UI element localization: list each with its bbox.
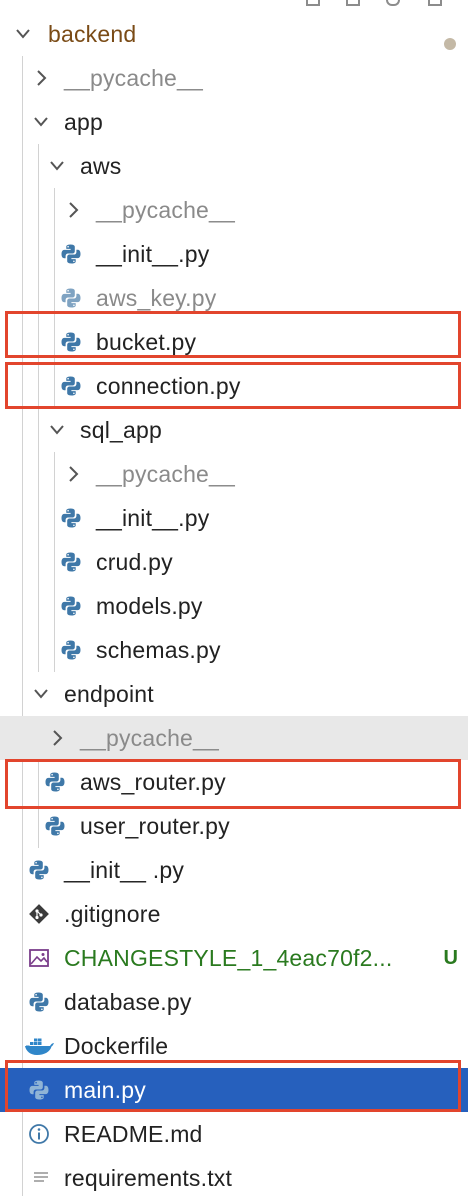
tree-file-models[interactable]: models.py xyxy=(0,584,468,628)
chevron-down-icon[interactable] xyxy=(48,155,66,177)
tree-file-requirements[interactable]: requirements.txt xyxy=(0,1156,468,1200)
file-label: CHANGESTYLE_1_4eac70f2... xyxy=(64,945,393,971)
folder-label: endpoint xyxy=(64,681,154,707)
folder-label: aws xyxy=(80,153,122,179)
file-label: .gitignore xyxy=(64,901,161,927)
tree-file-init[interactable]: __init__.py xyxy=(0,232,468,276)
tree-file-schemas[interactable]: schemas.py xyxy=(0,628,468,672)
info-icon xyxy=(28,1123,50,1145)
python-icon xyxy=(60,507,82,529)
tree-file-gitignore[interactable]: .gitignore xyxy=(0,892,468,936)
tree-file-crud[interactable]: crud.py xyxy=(0,540,468,584)
python-icon xyxy=(60,551,82,573)
tree-folder-pycache[interactable]: __pycache__ xyxy=(0,56,468,100)
python-icon xyxy=(28,991,50,1013)
folder-label: __pycache__ xyxy=(96,197,236,223)
file-label: requirements.txt xyxy=(64,1165,233,1191)
file-label: bucket.py xyxy=(96,329,197,355)
tree-file-user-router[interactable]: user_router.py xyxy=(0,804,468,848)
toolbar-icon xyxy=(386,0,400,6)
tree-folder-sql-app[interactable]: sql_app xyxy=(0,408,468,452)
toolbar-remnant xyxy=(0,0,468,8)
file-label: README.md xyxy=(64,1121,203,1147)
tree-file-readme[interactable]: README.md xyxy=(0,1112,468,1156)
chevron-down-icon[interactable] xyxy=(32,683,50,705)
tree-folder-app[interactable]: app xyxy=(0,100,468,144)
python-icon xyxy=(60,331,82,353)
tree-file-dockerfile[interactable]: Dockerfile xyxy=(0,1024,468,1068)
tree-folder-backend[interactable]: backend xyxy=(0,12,468,56)
python-icon xyxy=(60,375,82,397)
folder-label: sql_app xyxy=(80,417,162,443)
file-label: crud.py xyxy=(96,549,173,575)
chevron-down-icon[interactable] xyxy=(32,111,50,133)
toolbar-icon xyxy=(428,0,442,6)
file-label: Dockerfile xyxy=(64,1033,169,1059)
chevron-down-icon[interactable] xyxy=(14,23,32,45)
tree-file-database[interactable]: database.py xyxy=(0,980,468,1024)
git-icon xyxy=(28,903,50,925)
folder-label: __pycache__ xyxy=(80,725,220,751)
file-label: connection.py xyxy=(96,373,241,399)
chevron-right-icon[interactable] xyxy=(64,199,82,221)
tree-folder-pycache[interactable]: __pycache__ xyxy=(0,452,468,496)
file-label: main.py xyxy=(64,1077,146,1103)
python-icon xyxy=(44,815,66,837)
python-icon xyxy=(28,1079,50,1101)
folder-label: app xyxy=(64,109,103,135)
toolbar-icon xyxy=(346,0,360,6)
python-icon xyxy=(60,287,82,309)
tree-folder-pycache[interactable]: __pycache__ xyxy=(0,716,468,760)
chevron-right-icon[interactable] xyxy=(32,67,50,89)
tree-file-aws-key[interactable]: aws_key.py xyxy=(0,276,468,320)
tree-file-aws-router[interactable]: aws_router.py xyxy=(0,760,468,804)
docker-icon xyxy=(24,1035,54,1057)
file-label: __init__.py xyxy=(96,241,210,267)
file-label: __init__.py xyxy=(96,505,210,531)
tree-file-changestyle[interactable]: CHANGESTYLE_1_4eac70f2... U xyxy=(0,936,468,980)
folder-label: __pycache__ xyxy=(64,65,204,91)
toolbar-icon xyxy=(306,0,320,6)
file-label: schemas.py xyxy=(96,637,221,663)
tree-file-bucket[interactable]: bucket.py xyxy=(0,320,468,364)
chevron-right-icon[interactable] xyxy=(64,463,82,485)
chevron-right-icon[interactable] xyxy=(48,727,66,749)
chevron-down-icon[interactable] xyxy=(48,419,66,441)
tree-file-connection[interactable]: connection.py xyxy=(0,364,468,408)
file-label: __init__ .py xyxy=(64,857,185,883)
tree-file-main[interactable]: main.py xyxy=(0,1068,468,1112)
tree-folder-pycache[interactable]: __pycache__ xyxy=(0,188,468,232)
python-icon xyxy=(28,859,50,881)
tree-folder-aws[interactable]: aws xyxy=(0,144,468,188)
file-label: aws_key.py xyxy=(96,285,217,311)
file-label: database.py xyxy=(64,989,192,1015)
file-label: aws_router.py xyxy=(80,769,226,795)
tree-folder-endpoint[interactable]: endpoint xyxy=(0,672,468,716)
python-icon xyxy=(44,771,66,793)
python-icon xyxy=(60,639,82,661)
image-icon xyxy=(28,947,50,969)
python-icon xyxy=(60,595,82,617)
modified-dot-icon xyxy=(444,38,456,50)
file-label: models.py xyxy=(96,593,203,619)
tree-file-init[interactable]: __init__.py xyxy=(0,496,468,540)
tree-file-init[interactable]: __init__ .py xyxy=(0,848,468,892)
file-label: user_router.py xyxy=(80,813,230,839)
python-icon xyxy=(60,243,82,265)
untracked-badge: U xyxy=(443,947,458,969)
folder-label: backend xyxy=(48,21,137,47)
folder-label: __pycache__ xyxy=(96,461,236,487)
text-file-icon xyxy=(30,1167,52,1189)
